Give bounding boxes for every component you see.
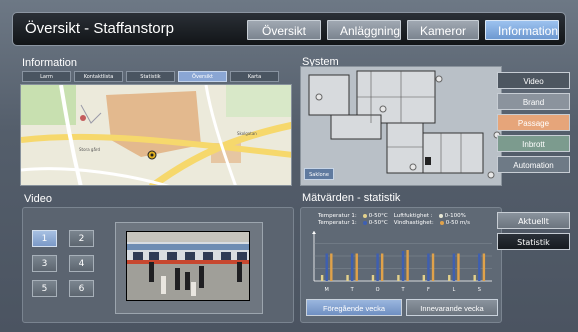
legend-wind-range: 0-50 m/s — [445, 220, 471, 226]
chart-bar — [320, 275, 324, 281]
camera-2-button[interactable]: 2 — [69, 230, 94, 247]
reset-button[interactable]: Saklone — [304, 168, 334, 180]
chart-bar — [473, 275, 476, 281]
map-view[interactable]: Skolgatan Stora gård — [20, 84, 292, 186]
x-tick-label: S — [478, 287, 481, 293]
legend-temp2-range-wrap: 0-50°C — [362, 220, 388, 227]
tab-oversikt[interactable]: Översikt — [178, 71, 227, 82]
legend-temp2-range: 0-50°C — [368, 220, 388, 226]
chart-bar — [431, 253, 435, 281]
camera-3-button[interactable]: 3 — [32, 255, 57, 272]
video-feed-graphic — [127, 232, 249, 300]
information-heading: Information — [22, 57, 78, 69]
camera-5-button[interactable]: 5 — [32, 280, 57, 297]
system-tab-inbrott[interactable]: Inbrott — [497, 135, 570, 152]
chart-bar — [427, 253, 430, 281]
x-tick-label: T — [400, 287, 405, 293]
x-tick-label: M — [325, 287, 329, 293]
x-tick-label: T — [350, 287, 355, 293]
camera-4-button[interactable]: 4 — [69, 255, 94, 272]
legend-temp1-range-wrap: 0-50°C — [362, 213, 388, 220]
legend-humidity-range: 0-100% — [444, 213, 466, 219]
chart-bar — [457, 253, 460, 281]
tab-larm[interactable]: Larm — [22, 71, 71, 82]
legend-row: Temperatur 1: 0-50°C Vindhastighet: 0-50… — [318, 220, 470, 227]
map-street-label: Skolgatan — [237, 131, 257, 136]
chart-bar — [482, 253, 486, 281]
chart-bar — [371, 275, 375, 281]
legend-row: Temperatur 1: 0-50°C Luftfuktighet : 0-1… — [318, 213, 470, 220]
chart-bar — [380, 253, 384, 281]
legend-wind-name: Vindhastighet: — [393, 220, 434, 226]
page-title: Översikt - Staffanstorp — [25, 20, 174, 37]
chart-bar — [397, 275, 400, 281]
tab-statistik[interactable]: Statistik — [126, 71, 175, 82]
main-nav: Översikt Anläggning Kameror Information — [247, 20, 559, 40]
chart-bar — [422, 275, 426, 281]
x-tick-label: L — [452, 287, 455, 293]
app-window: Översikt - Staffanstorp Översikt Anläggn… — [0, 0, 578, 332]
chart-bar — [406, 250, 409, 281]
system-tab-passage[interactable]: Passage — [497, 114, 570, 131]
legend-temp2-name: Temperatur 1: — [318, 220, 357, 226]
stats-legend: Temperatur 1: 0-50°C Luftfuktighet : 0-1… — [318, 213, 470, 227]
stats-tabs: Aktuellt Statistik — [497, 212, 570, 250]
nav-anlaggning-button[interactable]: Anläggning — [327, 20, 401, 40]
stats-chart: MTOTFLS — [312, 231, 492, 293]
tab-karta[interactable]: Karta — [230, 71, 279, 82]
nav-information-button[interactable]: Information — [485, 20, 559, 40]
chart-bar — [448, 275, 451, 281]
nav-oversikt-button[interactable]: Översikt — [247, 20, 321, 40]
video-heading: Video — [24, 193, 52, 205]
legend-humidity-range-wrap: 0-100% — [438, 213, 466, 220]
legend-wind-swatch — [439, 220, 444, 225]
camera-1-button[interactable]: 1 — [32, 230, 57, 247]
chart-bar — [346, 275, 349, 281]
chart-bar — [376, 253, 379, 281]
x-tick-label: O — [376, 287, 380, 293]
legend-temp1-range: 0-50°C — [368, 213, 388, 219]
system-tab-brand[interactable]: Brand — [497, 93, 570, 110]
camera-6-button[interactable]: 6 — [69, 280, 94, 297]
chart-bar — [330, 253, 333, 281]
chart-bar — [478, 253, 481, 281]
stats-heading: Mätvärden - statistik — [302, 192, 401, 204]
video-feed[interactable] — [126, 231, 250, 301]
legend-temp1-swatch — [362, 213, 367, 218]
system-category-tabs: Video Brand Passage Inbrott Automation — [497, 72, 570, 173]
system-tab-video[interactable]: Video — [497, 72, 570, 89]
legend-humidity-name: Luftfuktighet : — [393, 213, 433, 219]
tab-kontaktlista[interactable]: Kontaktlista — [74, 71, 123, 82]
camera-selector: 1 2 3 4 5 6 — [32, 230, 94, 297]
information-tabs: Larm Kontaktlista Statistik Översikt Kar… — [22, 71, 279, 82]
title-bar: Översikt - Staffanstorp Översikt Anläggn… — [12, 12, 566, 46]
nav-kameror-button[interactable]: Kameror — [407, 20, 479, 40]
current-week-button[interactable]: Innevarande vecka — [406, 299, 498, 316]
legend-temp2-swatch — [362, 220, 367, 225]
legend-wind-range-wrap: 0-50 m/s — [439, 220, 471, 227]
legend-temp1-name: Temperatur 1: — [318, 213, 357, 219]
chart-bar — [355, 253, 358, 281]
x-tick-label: F — [427, 287, 430, 293]
stats-tab-aktuellt[interactable]: Aktuellt — [497, 212, 570, 229]
previous-week-button[interactable]: Föregående vecka — [306, 299, 402, 316]
legend-humidity-swatch — [438, 213, 443, 218]
chart-bar — [452, 253, 456, 281]
y-axis-arrow — [312, 231, 316, 234]
chart-bar — [350, 253, 354, 281]
chart-bar — [325, 253, 328, 281]
system-tab-automation[interactable]: Automation — [497, 156, 570, 173]
stats-tab-statistik[interactable]: Statistik — [497, 233, 570, 250]
map-place-label: Stora gård — [79, 147, 101, 152]
chart-bar — [401, 251, 405, 281]
